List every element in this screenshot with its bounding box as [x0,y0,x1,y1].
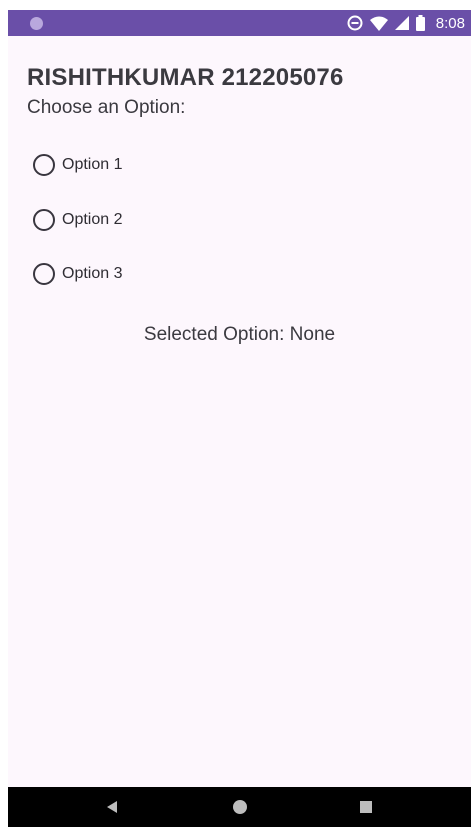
radio-option-label: Option 2 [62,211,123,228]
battery-icon [415,15,425,31]
wifi-icon [369,16,388,31]
page-title: RISHITHKUMAR 212205076 [27,64,344,91]
status-icons: 8:08 [347,10,465,36]
device-screen: 8:08 RISHITHKUMAR 212205076 Choose an Op… [8,10,471,827]
radio-button-icon[interactable] [33,154,55,176]
home-icon [233,800,247,814]
notification-dot-icon [30,17,43,30]
radio-option-2[interactable]: Option 2 [33,206,122,234]
recents-button[interactable] [336,787,396,827]
signal-icon [394,16,409,30]
selected-option-text: Selected Option: None [143,324,336,345]
home-button[interactable] [210,787,270,827]
back-icon [107,801,117,813]
recents-icon [360,801,372,813]
page-subtitle: Choose an Option: [27,97,186,118]
radio-option-label: Option 3 [62,265,123,282]
radio-option-3[interactable]: Option 3 [33,260,122,288]
radio-option-1[interactable]: Option 1 [33,151,122,179]
radio-option-label: Option 1 [62,156,123,173]
do-not-disturb-icon [347,15,363,31]
back-button[interactable] [82,787,142,827]
status-bar: 8:08 [8,10,471,36]
status-time: 8:08 [435,14,465,32]
navigation-bar [8,787,471,827]
radio-button-icon[interactable] [33,263,55,285]
radio-button-icon[interactable] [33,209,55,231]
